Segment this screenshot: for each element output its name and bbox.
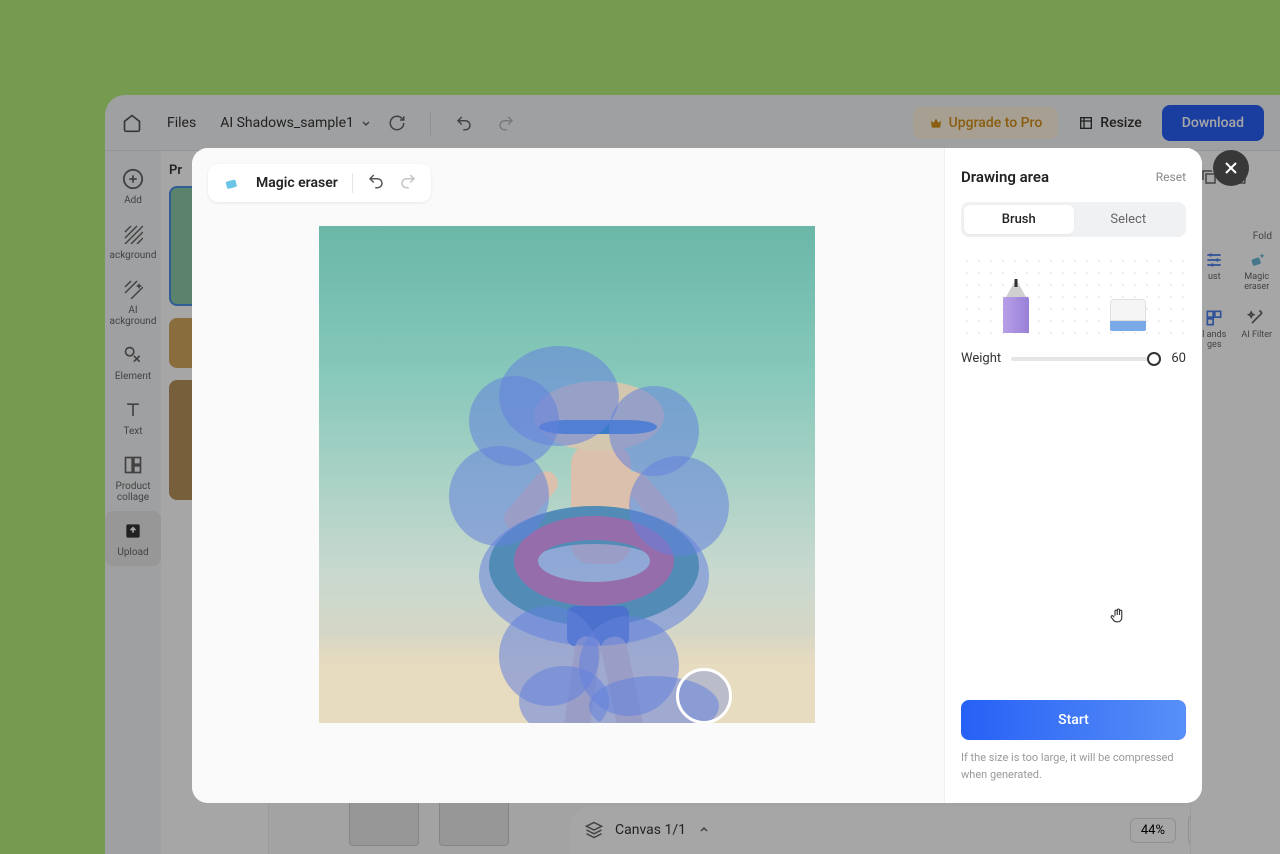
reset-button[interactable]: Reset xyxy=(1156,170,1186,184)
weight-slider[interactable] xyxy=(1011,357,1154,361)
weight-control: Weight 60 xyxy=(961,351,1186,366)
modal-title: Magic eraser xyxy=(256,175,338,191)
help-text: If the size is too large, it will be com… xyxy=(961,750,1186,783)
eraser-icon xyxy=(222,173,242,193)
modal-toolbar: Magic eraser xyxy=(208,164,431,202)
drawing-area-title: Drawing area xyxy=(961,168,1049,186)
divider xyxy=(352,173,353,193)
brush-mode-button[interactable]: Brush xyxy=(964,205,1074,234)
weight-label: Weight xyxy=(961,351,1001,366)
close-modal-button[interactable] xyxy=(1213,150,1249,186)
select-mode-button[interactable]: Select xyxy=(1074,205,1184,234)
eraser-tool[interactable] xyxy=(1110,299,1146,335)
close-icon xyxy=(1224,161,1238,175)
slider-thumb[interactable] xyxy=(1147,352,1161,366)
weight-value: 60 xyxy=(1164,351,1186,366)
modal-undo-icon[interactable] xyxy=(367,172,385,194)
mode-segmented-control: Brush Select xyxy=(961,202,1186,237)
magic-eraser-modal: Magic eraser xyxy=(192,148,1202,803)
modal-redo-icon[interactable] xyxy=(399,172,417,194)
modal-settings-panel: Drawing area Reset Brush Select Weight xyxy=(944,148,1202,803)
modal-canvas-area: Magic eraser xyxy=(192,148,944,803)
start-button[interactable]: Start xyxy=(961,700,1186,740)
pen-tool[interactable] xyxy=(1001,279,1031,335)
brush-cursor xyxy=(676,668,732,723)
tool-picker xyxy=(961,255,1186,335)
hand-cursor-icon xyxy=(1109,606,1127,628)
image-canvas[interactable] xyxy=(319,226,815,723)
